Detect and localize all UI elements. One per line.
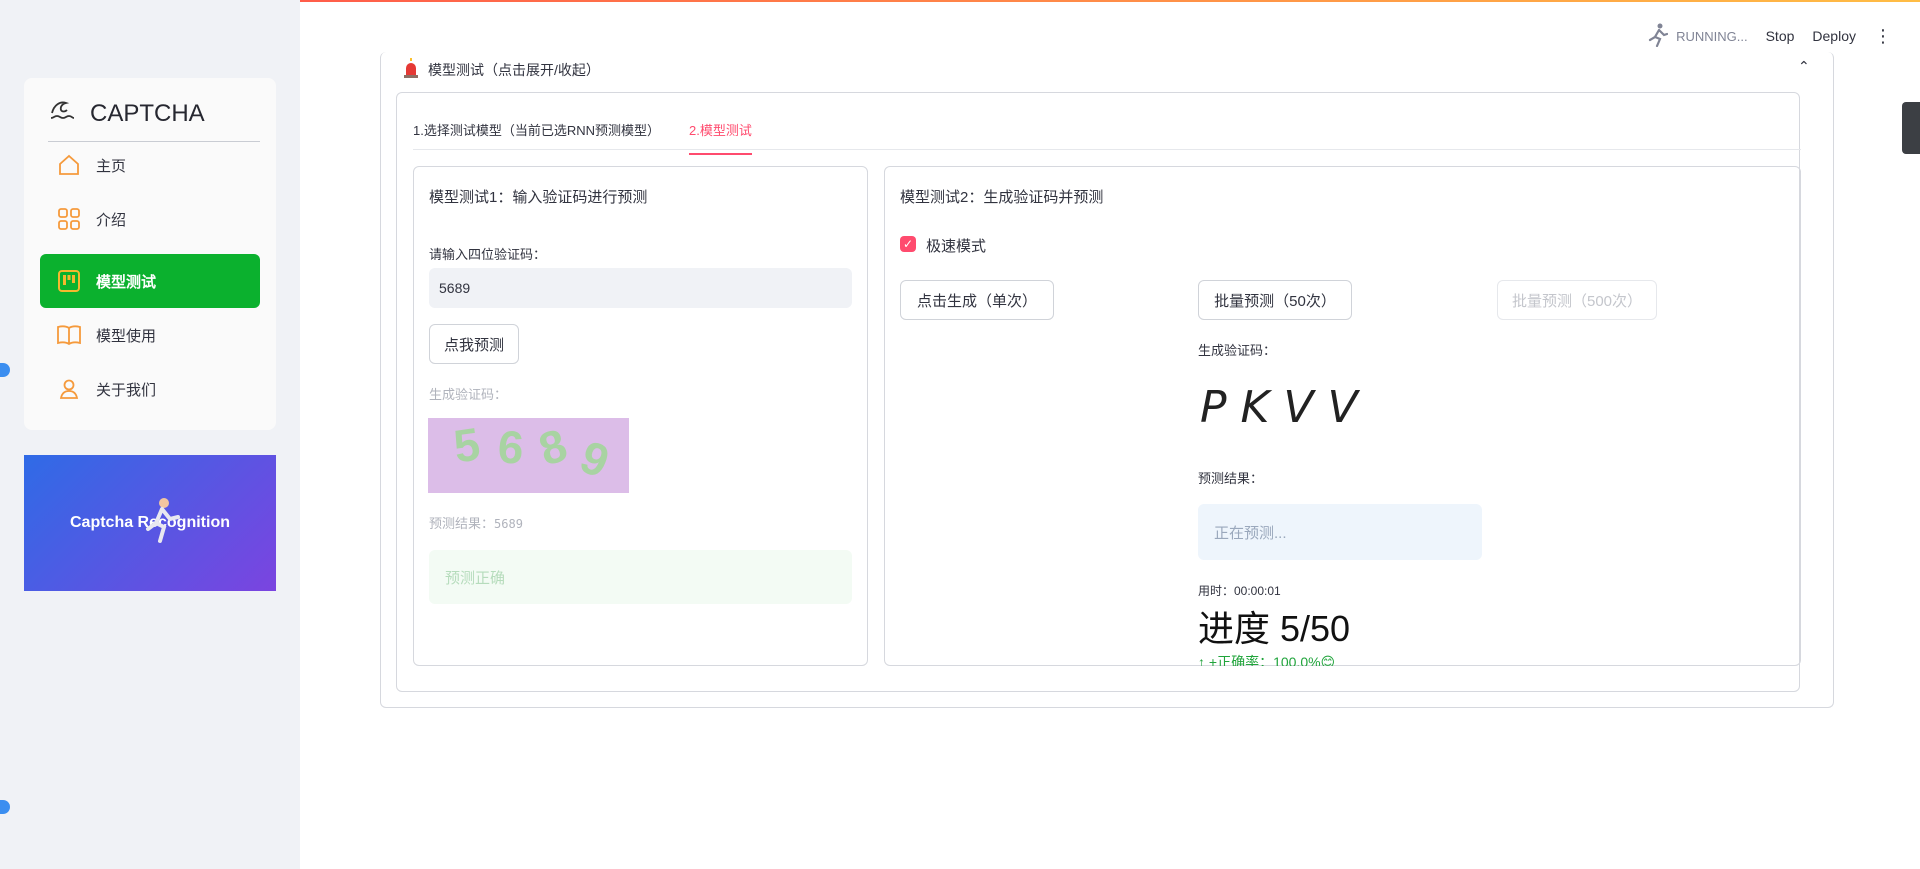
- captcha-char: 8: [532, 418, 574, 476]
- prediction-result-label: 预测结果：5689: [429, 513, 523, 532]
- sidebar-item-label: 主页: [96, 157, 127, 175]
- result-value: 5689: [494, 517, 523, 531]
- generated-captcha-label: 生成验证码：: [429, 387, 508, 402]
- sidebar-item-model-test[interactable]: 模型测试: [40, 254, 260, 308]
- captcha-char: 6: [496, 420, 526, 474]
- expander-header[interactable]: 模型测试（点击展开/收起）: [402, 58, 600, 81]
- tab-model-test[interactable]: 2.模型测试: [689, 120, 752, 155]
- running-status: RUNNING...: [1648, 23, 1748, 50]
- person-icon: [56, 376, 82, 402]
- accuracy-delta: ↑ +正确率：100.0%😊: [1198, 652, 1335, 666]
- captcha-char: 5: [450, 418, 484, 473]
- sidebar-item-label: 关于我们: [96, 381, 157, 399]
- chevron-up-icon[interactable]: ⌃: [1798, 58, 1810, 75]
- batch-predict-50-button[interactable]: 批量预测（50次）: [1198, 280, 1352, 320]
- test1-title: 模型测试1：输入验证码进行预测: [429, 189, 648, 206]
- book-icon: [56, 322, 82, 348]
- captcha-char: 9: [573, 430, 617, 488]
- generated-captcha-label-2: 生成验证码：: [1198, 343, 1277, 358]
- expander-title: 模型测试（点击展开/收起）: [428, 61, 600, 78]
- house-icon: [56, 152, 82, 178]
- elapsed-time: 用时：00:00:01: [1198, 584, 1281, 598]
- batch-predict-500-button: 批量预测（500次）: [1497, 280, 1657, 320]
- nav-menu: CAPTCHA 主页 介绍 模型测试 模型使用 关于我们: [24, 78, 276, 430]
- stop-button[interactable]: Stop: [1766, 28, 1795, 44]
- predicting-info-alert: 正在预测...: [1198, 504, 1482, 560]
- captcha-input-label: 请输入四位验证码：: [429, 247, 547, 262]
- main-menu-icon[interactable]: ⋮: [1874, 27, 1892, 45]
- captcha-image: 5 6 8 9: [428, 418, 629, 493]
- scrollbar-thumb[interactable]: [1902, 102, 1920, 154]
- captcha-input[interactable]: 5689: [429, 268, 852, 308]
- progress-metric: 进度 5/50: [1198, 608, 1351, 649]
- tab-bar: 1.选择测试模型（当前已选RNN预测模型） 2.模型测试: [413, 112, 1801, 155]
- accuracy-text: +正确率：100.0%😊: [1208, 654, 1336, 666]
- generate-single-button[interactable]: 点击生成（单次）: [900, 280, 1054, 320]
- sidebar-item-intro[interactable]: 介绍: [40, 192, 260, 246]
- grid-icon: [56, 206, 82, 232]
- arrow-up-icon: ↑: [1198, 654, 1209, 666]
- prediction-result-label-2: 预测结果：: [1198, 471, 1264, 486]
- menu-title: CAPTCHA: [48, 96, 260, 142]
- sidebar-item-label: 模型测试: [96, 273, 157, 291]
- sidebar-item-label: 模型使用: [96, 327, 157, 345]
- status-text: RUNNING...: [1676, 28, 1748, 44]
- wave-icon: [48, 96, 76, 131]
- running-man-icon: [1648, 23, 1669, 50]
- predict-button[interactable]: 点我预测: [429, 324, 519, 364]
- fast-mode-label: 极速模式: [926, 238, 987, 255]
- running-figure-icon: [142, 497, 182, 552]
- deploy-button[interactable]: Deploy: [1812, 28, 1856, 44]
- sidebar-item-label: 介绍: [96, 211, 127, 229]
- generated-captcha-image: PKVV: [1200, 382, 1372, 433]
- kanban-icon: [56, 268, 82, 294]
- sidebar-item-home[interactable]: 主页: [40, 138, 260, 192]
- app-title: CAPTCHA: [90, 99, 205, 127]
- sidebar-item-model-usage[interactable]: 模型使用: [40, 308, 260, 362]
- tab-select-model[interactable]: 1.选择测试模型（当前已选RNN预测模型）: [413, 120, 660, 153]
- alarm-icon: [402, 58, 420, 81]
- promo-banner: Captcha Recognition: [24, 455, 276, 591]
- sidebar-item-about[interactable]: 关于我们: [40, 362, 260, 416]
- success-alert: 预测正确: [429, 550, 852, 604]
- result-label-text: 预测结果：: [429, 516, 495, 531]
- sidebar: CAPTCHA 主页 介绍 模型测试 模型使用 关于我们 Captcha Rec…: [0, 0, 300, 869]
- test2-title: 模型测试2：生成验证码并预测: [900, 189, 1104, 206]
- fast-mode-checkbox[interactable]: ✓: [900, 236, 916, 252]
